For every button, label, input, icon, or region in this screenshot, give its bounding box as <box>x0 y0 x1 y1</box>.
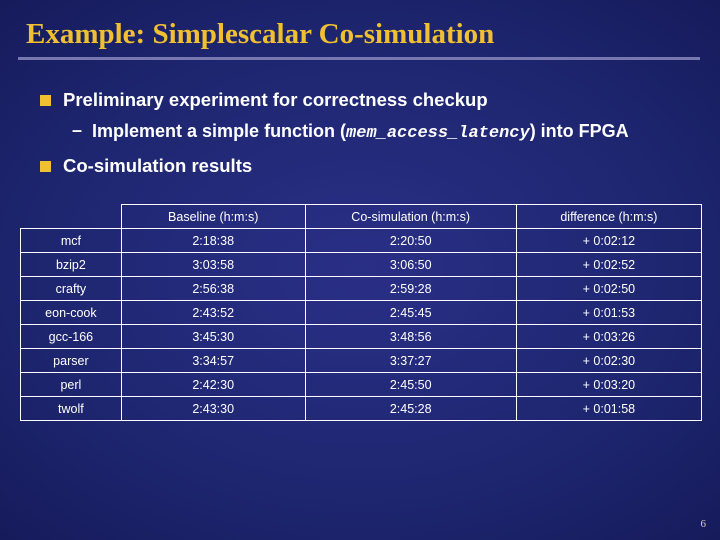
page-number: 6 <box>701 518 707 530</box>
bullet-1: Preliminary experiment for correctness c… <box>40 88 690 112</box>
cell-diff: + 0:02:30 <box>516 349 701 373</box>
cell-cosim: 2:45:45 <box>305 301 516 325</box>
slide-content: Preliminary experiment for correctness c… <box>0 88 720 178</box>
cell-baseline: 3:34:57 <box>121 349 305 373</box>
cell-diff: + 0:02:50 <box>516 277 701 301</box>
results-table: Baseline (h:m:s) Co-simulation (h:m:s) d… <box>20 204 702 421</box>
table-row: mcf 2:18:38 2:20:50 + 0:02:12 <box>21 229 702 253</box>
bullet-1-text: Preliminary experiment for correctness c… <box>63 88 488 112</box>
cell-baseline: 2:56:38 <box>121 277 305 301</box>
header-cosim: Co-simulation (h:m:s) <box>305 205 516 229</box>
sub-text-post: ) into FPGA <box>530 121 629 141</box>
bullet-2-text: Co-simulation results <box>63 154 252 178</box>
cell-baseline: 2:42:30 <box>121 373 305 397</box>
results-table-wrap: Baseline (h:m:s) Co-simulation (h:m:s) d… <box>20 204 702 421</box>
cell-cosim: 3:48:56 <box>305 325 516 349</box>
cell-name: bzip2 <box>21 253 122 277</box>
cell-cosim: 2:45:50 <box>305 373 516 397</box>
table-row: parser 3:34:57 3:37:27 + 0:02:30 <box>21 349 702 373</box>
cell-diff: + 0:03:26 <box>516 325 701 349</box>
cell-diff: + 0:02:52 <box>516 253 701 277</box>
cell-name: mcf <box>21 229 122 253</box>
cell-diff: + 0:01:53 <box>516 301 701 325</box>
cell-baseline: 3:45:30 <box>121 325 305 349</box>
slide-title: Example: Simplescalar Co-simulation <box>0 0 720 55</box>
cell-cosim: 3:37:27 <box>305 349 516 373</box>
cell-name: crafty <box>21 277 122 301</box>
cell-baseline: 2:18:38 <box>121 229 305 253</box>
sub-text-mono: mem_access_latency <box>346 124 530 143</box>
bullet-1-subitem: – Implement a simple function (mem_acces… <box>72 120 690 144</box>
cell-diff: + 0:03:20 <box>516 373 701 397</box>
square-bullet-icon <box>40 161 51 172</box>
cell-diff: + 0:02:12 <box>516 229 701 253</box>
table-row: perl 2:42:30 2:45:50 + 0:03:20 <box>21 373 702 397</box>
table-row: eon-cook 2:43:52 2:45:45 + 0:01:53 <box>21 301 702 325</box>
bullet-1-subitem-text: Implement a simple function (mem_access_… <box>92 120 629 144</box>
table-row: gcc-166 3:45:30 3:48:56 + 0:03:26 <box>21 325 702 349</box>
cell-name: eon-cook <box>21 301 122 325</box>
cell-name: perl <box>21 373 122 397</box>
cell-cosim: 3:06:50 <box>305 253 516 277</box>
table-row: twolf 2:43:30 2:45:28 + 0:01:58 <box>21 397 702 421</box>
square-bullet-icon <box>40 95 51 106</box>
header-diff: difference (h:m:s) <box>516 205 701 229</box>
table-header-row: Baseline (h:m:s) Co-simulation (h:m:s) d… <box>21 205 702 229</box>
bullet-2: Co-simulation results <box>40 154 690 178</box>
cell-name: parser <box>21 349 122 373</box>
cell-cosim: 2:45:28 <box>305 397 516 421</box>
title-underline <box>18 57 700 60</box>
sub-text-pre: Implement a simple function ( <box>92 121 346 141</box>
cell-baseline: 3:03:58 <box>121 253 305 277</box>
table-row: crafty 2:56:38 2:59:28 + 0:02:50 <box>21 277 702 301</box>
cell-baseline: 2:43:52 <box>121 301 305 325</box>
dash-bullet-icon: – <box>72 120 82 144</box>
table-body: mcf 2:18:38 2:20:50 + 0:02:12 bzip2 3:03… <box>21 229 702 421</box>
table-row: bzip2 3:03:58 3:06:50 + 0:02:52 <box>21 253 702 277</box>
header-blank <box>21 205 122 229</box>
cell-name: twolf <box>21 397 122 421</box>
cell-name: gcc-166 <box>21 325 122 349</box>
header-baseline: Baseline (h:m:s) <box>121 205 305 229</box>
cell-cosim: 2:20:50 <box>305 229 516 253</box>
cell-baseline: 2:43:30 <box>121 397 305 421</box>
cell-cosim: 2:59:28 <box>305 277 516 301</box>
cell-diff: + 0:01:58 <box>516 397 701 421</box>
